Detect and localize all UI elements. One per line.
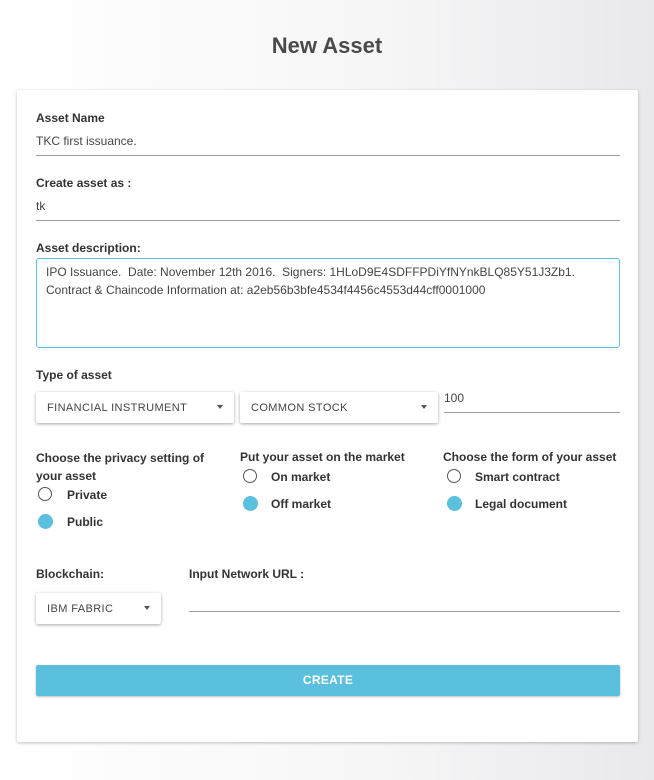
market-label: Put your asset on the market bbox=[240, 450, 405, 464]
create-button[interactable]: CREATE bbox=[36, 665, 620, 696]
privacy-private-radio[interactable] bbox=[38, 487, 52, 501]
blockchain-label: Blockchain: bbox=[36, 567, 105, 581]
create-as-underline bbox=[36, 220, 620, 221]
market-on-radio[interactable] bbox=[243, 469, 257, 483]
privacy-private-label: Private bbox=[67, 488, 108, 502]
asset-subtype-select[interactable]: COMMON STOCK bbox=[240, 392, 438, 423]
create-as-input[interactable]: tk bbox=[36, 199, 45, 213]
market-off-radio[interactable] bbox=[243, 496, 258, 511]
blockchain-value: IBM FABRIC bbox=[47, 602, 114, 615]
asset-category-select[interactable]: FINANCIAL INSTRUMENT bbox=[36, 392, 234, 423]
caret-down-icon bbox=[421, 405, 427, 409]
page-title: New Asset bbox=[271, 33, 383, 58]
asset-name-input[interactable]: TKC first issuance. bbox=[36, 134, 137, 148]
quantity-input[interactable]: 100 bbox=[444, 391, 464, 405]
network-url-underline bbox=[189, 611, 620, 612]
new-asset-form: Asset Name TKC first issuance. Create as… bbox=[17, 90, 638, 742]
caret-down-icon bbox=[217, 405, 223, 409]
caret-down-icon bbox=[144, 606, 150, 610]
market-on-label: On market bbox=[271, 470, 331, 484]
asset-name-label: Asset Name bbox=[36, 111, 105, 125]
asset-category-value: FINANCIAL INSTRUMENT bbox=[47, 401, 188, 414]
privacy-public-label: Public bbox=[67, 515, 104, 529]
form-smart-contract-radio[interactable] bbox=[447, 469, 461, 483]
quantity-underline bbox=[444, 412, 620, 413]
form-label: Choose the form of your asset bbox=[443, 450, 617, 464]
form-legal-document-label: Legal document bbox=[475, 497, 568, 511]
form-legal-document-radio[interactable] bbox=[447, 496, 462, 511]
network-url-label: Input Network URL : bbox=[189, 567, 305, 581]
description-textarea[interactable]: IPO Issuance. Date: November 12th 2016. … bbox=[36, 258, 620, 348]
asset-type-label: Type of asset bbox=[36, 368, 112, 382]
privacy-public-radio[interactable] bbox=[38, 514, 53, 529]
create-as-label: Create asset as : bbox=[36, 176, 132, 190]
form-smart-contract-label: Smart contract bbox=[475, 470, 560, 484]
market-off-label: Off market bbox=[271, 497, 332, 511]
privacy-label: Choose the privacy setting of your asset bbox=[36, 451, 205, 483]
asset-name-underline bbox=[36, 155, 620, 156]
blockchain-select[interactable]: IBM FABRIC bbox=[36, 593, 161, 624]
network-url-input[interactable] bbox=[189, 590, 620, 608]
description-label: Asset description: bbox=[36, 241, 141, 255]
asset-subtype-value: COMMON STOCK bbox=[251, 401, 348, 414]
